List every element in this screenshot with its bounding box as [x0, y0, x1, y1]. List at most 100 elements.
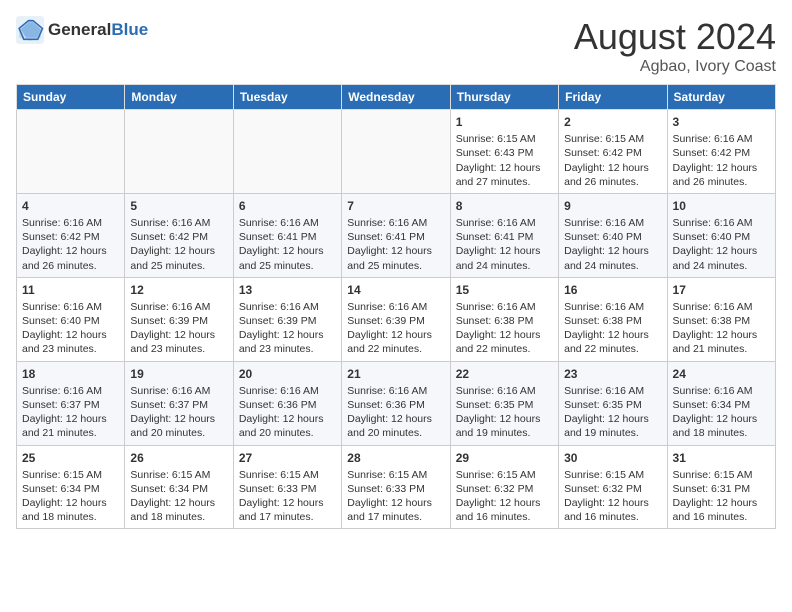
day-info: Sunrise: 6:16 AM Sunset: 6:35 PM Dayligh…	[564, 384, 661, 441]
calendar-cell: 18 Sunrise: 6:16 AM Sunset: 6:37 PM Dayli…	[17, 361, 125, 445]
calendar-cell: 14 Sunrise: 6:16 AM Sunset: 6:39 PM Dayli…	[342, 277, 450, 361]
calendar-cell	[125, 110, 233, 194]
day-info: Sunrise: 6:16 AM Sunset: 6:40 PM Dayligh…	[564, 216, 661, 273]
calendar-subtitle: Agbao, Ivory Coast	[574, 58, 776, 76]
day-number: 12	[130, 282, 227, 298]
day-number: 26	[130, 450, 227, 466]
calendar-cell: 10Sunrise: 6:16 AM Sunset: 6:40 PM Dayli…	[667, 193, 775, 277]
day-info: Sunrise: 6:16 AM Sunset: 6:41 PM Dayligh…	[239, 216, 336, 273]
calendar-cell: 21 Sunrise: 6:16 AM Sunset: 6:36 PM Dayli…	[342, 361, 450, 445]
day-info: Sunrise: 6:16 AM Sunset: 6:34 PM Dayligh…	[673, 384, 770, 441]
calendar-cell: 15 Sunrise: 6:16 AM Sunset: 6:38 PM Dayli…	[450, 277, 558, 361]
day-info: Sunrise: 6:15 AM Sunset: 6:34 PM Dayligh…	[130, 468, 227, 525]
day-info: Sunrise: 6:16 AM Sunset: 6:41 PM Dayligh…	[456, 216, 553, 273]
day-info: Sunrise: 6:15 AM Sunset: 6:42 PM Dayligh…	[564, 132, 661, 189]
calendar-cell: 8Sunrise: 6:16 AM Sunset: 6:41 PM Daylig…	[450, 193, 558, 277]
calendar-cell: 23 Sunrise: 6:16 AM Sunset: 6:35 PM Dayli…	[559, 361, 667, 445]
day-number: 13	[239, 282, 336, 298]
header-friday: Friday	[559, 85, 667, 110]
day-number: 29	[456, 450, 553, 466]
header-tuesday: Tuesday	[233, 85, 341, 110]
calendar-cell: 19 Sunrise: 6:16 AM Sunset: 6:37 PM Dayli…	[125, 361, 233, 445]
day-info: Sunrise: 6:16 AM Sunset: 6:40 PM Dayligh…	[673, 216, 770, 273]
calendar-cell: 3 Sunrise: 6:16 AM Sunset: 6:42 PM Daylig…	[667, 110, 775, 194]
day-info: Sunrise: 6:16 AM Sunset: 6:38 PM Dayligh…	[456, 300, 553, 357]
day-number: 30	[564, 450, 661, 466]
calendar-week-row: 1 Sunrise: 6:15 AM Sunset: 6:43 PM Daylig…	[17, 110, 776, 194]
calendar-cell: 31 Sunrise: 6:15 AM Sunset: 6:31 PM Dayli…	[667, 445, 775, 529]
header-wednesday: Wednesday	[342, 85, 450, 110]
day-info: Sunrise: 6:15 AM Sunset: 6:43 PM Dayligh…	[456, 132, 553, 189]
day-info: Sunrise: 6:16 AM Sunset: 6:35 PM Dayligh…	[456, 384, 553, 441]
calendar-week-row: 11 Sunrise: 6:16 AM Sunset: 6:40 PM Dayli…	[17, 277, 776, 361]
day-number: 23	[564, 366, 661, 382]
calendar-cell: 25 Sunrise: 6:15 AM Sunset: 6:34 PM Dayli…	[17, 445, 125, 529]
day-info: Sunrise: 6:16 AM Sunset: 6:36 PM Dayligh…	[239, 384, 336, 441]
day-info: Sunrise: 6:15 AM Sunset: 6:33 PM Dayligh…	[239, 468, 336, 525]
calendar-cell: 9Sunrise: 6:16 AM Sunset: 6:40 PM Daylig…	[559, 193, 667, 277]
day-info: Sunrise: 6:16 AM Sunset: 6:39 PM Dayligh…	[347, 300, 444, 357]
day-info: Sunrise: 6:16 AM Sunset: 6:36 PM Dayligh…	[347, 384, 444, 441]
day-number: 5	[130, 198, 227, 214]
calendar-cell	[342, 110, 450, 194]
day-info: Sunrise: 6:16 AM Sunset: 6:38 PM Dayligh…	[564, 300, 661, 357]
calendar-cell: 29 Sunrise: 6:15 AM Sunset: 6:32 PM Dayli…	[450, 445, 558, 529]
day-number: 17	[673, 282, 770, 298]
calendar-header-row: SundayMondayTuesdayWednesdayThursdayFrid…	[17, 85, 776, 110]
day-info: Sunrise: 6:15 AM Sunset: 6:34 PM Dayligh…	[22, 468, 119, 525]
header-saturday: Saturday	[667, 85, 775, 110]
calendar-title: August 2024	[574, 16, 776, 58]
header-monday: Monday	[125, 85, 233, 110]
calendar-week-row: 18 Sunrise: 6:16 AM Sunset: 6:37 PM Dayli…	[17, 361, 776, 445]
day-number: 14	[347, 282, 444, 298]
page-header: GeneralBlue August 2024 Agbao, Ivory Coa…	[16, 16, 776, 76]
day-info: Sunrise: 6:15 AM Sunset: 6:33 PM Dayligh…	[347, 468, 444, 525]
calendar-cell: 12 Sunrise: 6:16 AM Sunset: 6:39 PM Dayli…	[125, 277, 233, 361]
day-number: 7	[347, 198, 444, 214]
day-number: 24	[673, 366, 770, 382]
logo-general: General	[48, 20, 111, 40]
calendar-cell: 5Sunrise: 6:16 AM Sunset: 6:42 PM Daylig…	[125, 193, 233, 277]
day-info: Sunrise: 6:16 AM Sunset: 6:41 PM Dayligh…	[347, 216, 444, 273]
day-info: Sunrise: 6:16 AM Sunset: 6:39 PM Dayligh…	[130, 300, 227, 357]
day-number: 15	[456, 282, 553, 298]
day-info: Sunrise: 6:16 AM Sunset: 6:37 PM Dayligh…	[130, 384, 227, 441]
calendar-cell: 27Sunrise: 6:15 AM Sunset: 6:33 PM Dayli…	[233, 445, 341, 529]
calendar-cell: 24 Sunrise: 6:16 AM Sunset: 6:34 PM Dayli…	[667, 361, 775, 445]
day-info: Sunrise: 6:16 AM Sunset: 6:42 PM Dayligh…	[673, 132, 770, 189]
day-number: 11	[22, 282, 119, 298]
calendar-cell: 7 Sunrise: 6:16 AM Sunset: 6:41 PM Daylig…	[342, 193, 450, 277]
logo: GeneralBlue	[16, 16, 148, 44]
day-number: 18	[22, 366, 119, 382]
day-number: 19	[130, 366, 227, 382]
day-number: 6	[239, 198, 336, 214]
calendar-cell: 17 Sunrise: 6:16 AM Sunset: 6:38 PM Dayli…	[667, 277, 775, 361]
calendar-cell	[233, 110, 341, 194]
day-number: 21	[347, 366, 444, 382]
day-info: Sunrise: 6:16 AM Sunset: 6:40 PM Dayligh…	[22, 300, 119, 357]
calendar-cell: 11 Sunrise: 6:16 AM Sunset: 6:40 PM Dayli…	[17, 277, 125, 361]
day-info: Sunrise: 6:16 AM Sunset: 6:38 PM Dayligh…	[673, 300, 770, 357]
day-info: Sunrise: 6:15 AM Sunset: 6:32 PM Dayligh…	[456, 468, 553, 525]
day-number: 22	[456, 366, 553, 382]
calendar-cell: 2Sunrise: 6:15 AM Sunset: 6:42 PM Daylig…	[559, 110, 667, 194]
calendar-cell: 28Sunrise: 6:15 AM Sunset: 6:33 PM Dayli…	[342, 445, 450, 529]
calendar-cell: 22 Sunrise: 6:16 AM Sunset: 6:35 PM Dayli…	[450, 361, 558, 445]
day-number: 25	[22, 450, 119, 466]
calendar-cell: 4 Sunrise: 6:16 AM Sunset: 6:42 PM Daylig…	[17, 193, 125, 277]
calendar-cell: 16Sunrise: 6:16 AM Sunset: 6:38 PM Dayli…	[559, 277, 667, 361]
day-info: Sunrise: 6:16 AM Sunset: 6:42 PM Dayligh…	[22, 216, 119, 273]
day-number: 3	[673, 114, 770, 130]
logo-blue: Blue	[111, 20, 148, 40]
day-number: 31	[673, 450, 770, 466]
day-number: 1	[456, 114, 553, 130]
day-number: 20	[239, 366, 336, 382]
calendar-week-row: 4 Sunrise: 6:16 AM Sunset: 6:42 PM Daylig…	[17, 193, 776, 277]
day-info: Sunrise: 6:15 AM Sunset: 6:31 PM Dayligh…	[673, 468, 770, 525]
header-sunday: Sunday	[17, 85, 125, 110]
day-number: 4	[22, 198, 119, 214]
day-info: Sunrise: 6:16 AM Sunset: 6:37 PM Dayligh…	[22, 384, 119, 441]
calendar-cell: 26 Sunrise: 6:15 AM Sunset: 6:34 PM Dayli…	[125, 445, 233, 529]
calendar-title-block: August 2024 Agbao, Ivory Coast	[574, 16, 776, 76]
calendar-cell: 13Sunrise: 6:16 AM Sunset: 6:39 PM Dayli…	[233, 277, 341, 361]
